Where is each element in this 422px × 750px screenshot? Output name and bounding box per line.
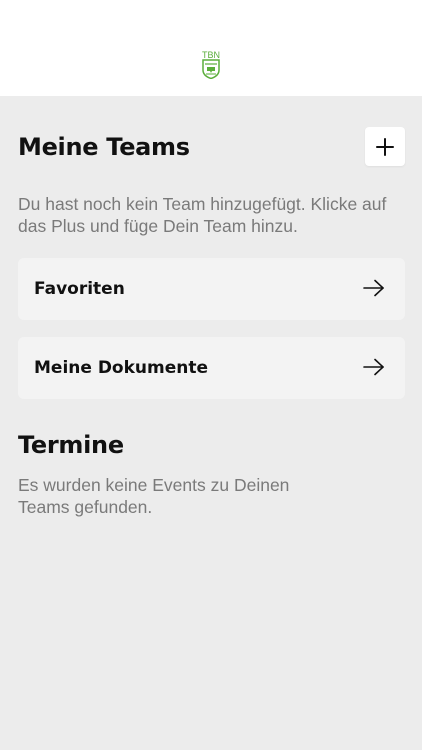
meine-dokumente-card[interactable]: Meine Dokumente: [18, 337, 405, 399]
favoriten-label: Favoriten: [34, 279, 125, 299]
section-title-termine: Termine: [18, 431, 124, 459]
add-team-button[interactable]: [365, 127, 405, 166]
plus-icon: [376, 138, 394, 156]
teams-empty-message: Du hast noch kein Team hinzugefügt. Klic…: [18, 194, 387, 236]
club-logo: TBN: [199, 50, 223, 80]
page-title-meine-teams: Meine Teams: [18, 133, 190, 161]
app-header: TBN: [0, 0, 422, 96]
favoriten-card[interactable]: Favoriten: [18, 258, 405, 320]
arrow-right-icon: [363, 279, 384, 297]
meine-dokumente-label: Meine Dokumente: [34, 358, 209, 378]
club-crest-icon: [202, 59, 220, 79]
events-empty-message: Es wurden keine Events zu Deinen Teams g…: [18, 475, 290, 517]
arrow-right-icon: [363, 358, 384, 376]
